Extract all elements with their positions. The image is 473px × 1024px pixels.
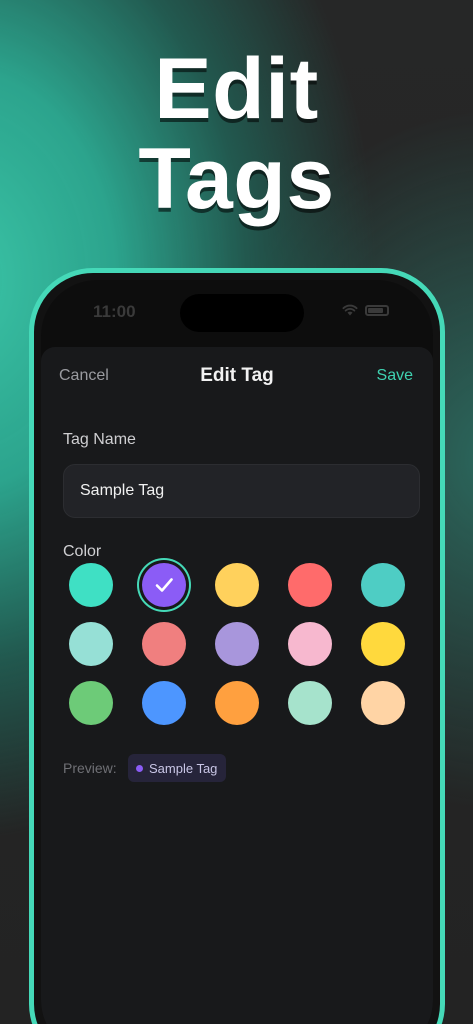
color-swatch[interactable] — [361, 622, 405, 666]
status-icons — [342, 304, 389, 316]
save-button[interactable]: Save — [377, 367, 413, 385]
color-swatch[interactable] — [215, 681, 259, 725]
color-swatch[interactable] — [69, 622, 113, 666]
color-swatch[interactable] — [288, 622, 332, 666]
tag-name-label: Tag Name — [63, 431, 136, 448]
color-swatch[interactable] — [69, 681, 113, 725]
tag-name-input[interactable]: Sample Tag — [63, 464, 420, 518]
color-swatch[interactable] — [142, 563, 186, 607]
headline-line-2: Tags — [138, 131, 335, 227]
color-swatch[interactable] — [215, 622, 259, 666]
navbar: Cancel Edit Tag Save — [41, 347, 433, 403]
phone-screen: 11:00 Cancel Edit Tag Save Tag Name Samp… — [41, 280, 433, 1024]
preview-label: Preview: — [63, 760, 117, 776]
color-swatch[interactable] — [361, 681, 405, 725]
headline-line-1: Edit — [154, 41, 319, 137]
page-title: Edit Tag — [200, 365, 274, 386]
color-swatch[interactable] — [288, 681, 332, 725]
wifi-icon — [342, 304, 358, 316]
phone-frame: 11:00 Cancel Edit Tag Save Tag Name Samp… — [29, 268, 445, 1024]
color-swatch[interactable] — [142, 681, 186, 725]
preview-tag-text: Sample Tag — [149, 760, 218, 776]
headline: Edit Tags — [0, 44, 473, 224]
color-swatch[interactable] — [69, 563, 113, 607]
tag-color-dot — [136, 764, 143, 772]
color-swatch[interactable] — [142, 622, 186, 666]
checkmark-icon — [155, 578, 173, 592]
color-label: Color — [63, 543, 102, 560]
edit-tag-sheet: Cancel Edit Tag Save Tag Name Sample Tag… — [41, 347, 433, 1024]
color-swatch[interactable] — [361, 563, 405, 607]
status-time: 11:00 — [93, 302, 136, 321]
preview-tag-chip: Sample Tag — [128, 754, 227, 782]
color-swatch[interactable] — [288, 563, 332, 607]
dynamic-island — [180, 294, 304, 332]
battery-icon — [365, 304, 389, 316]
color-swatch[interactable] — [215, 563, 259, 607]
